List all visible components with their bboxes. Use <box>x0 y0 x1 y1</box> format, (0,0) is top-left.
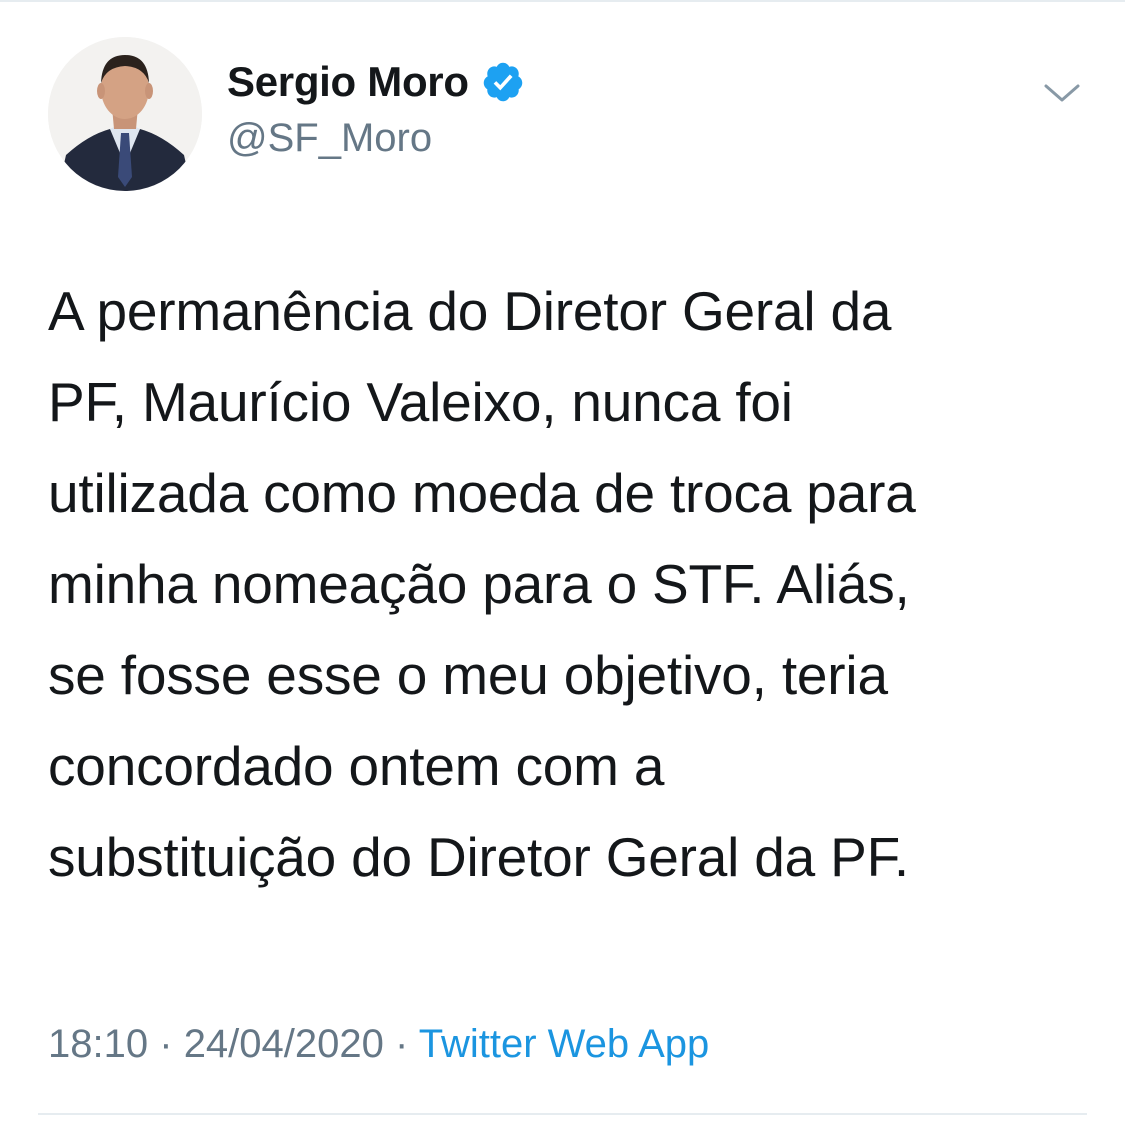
tweet-line: se fosse esse o meu objetivo, teria <box>48 644 888 706</box>
tweet-time[interactable]: 18:10 <box>48 1022 148 1066</box>
author-handle[interactable]: @SF_Moro <box>227 116 432 161</box>
meta-separator: · <box>159 1022 173 1066</box>
avatar[interactable] <box>48 37 202 191</box>
tweet-line: concordado ontem com a <box>48 735 665 797</box>
verified-badge-icon <box>483 62 522 102</box>
tweet-meta: 18:10 · 24/04/2020 · Twitter Web App <box>48 1022 709 1067</box>
avatar-photo <box>48 37 202 191</box>
tweet-line: substituição do Diretor Geral da PF. <box>48 826 909 888</box>
tweet-line: A permanência do Diretor Geral da <box>48 280 892 342</box>
chevron-down-icon[interactable] <box>1040 76 1084 110</box>
top-divider <box>0 0 1125 2</box>
bottom-divider <box>38 1113 1087 1115</box>
tweet-line: minha nomeação para o STF. Aliás, <box>48 553 910 615</box>
tweet-text: A permanência do Diretor Geral da PF, Ma… <box>48 266 1088 903</box>
tweet-source-link[interactable]: Twitter Web App <box>419 1022 710 1066</box>
meta-separator: · <box>395 1022 409 1066</box>
author-name-row[interactable]: Sergio Moro <box>227 58 525 106</box>
author-name[interactable]: Sergio Moro <box>227 58 469 106</box>
tweet-date[interactable]: 24/04/2020 <box>184 1022 384 1066</box>
tweet-line: PF, Maurício Valeixo, nunca foi <box>48 371 793 433</box>
tweet-line: utilizada como moeda de troca para <box>48 462 916 524</box>
